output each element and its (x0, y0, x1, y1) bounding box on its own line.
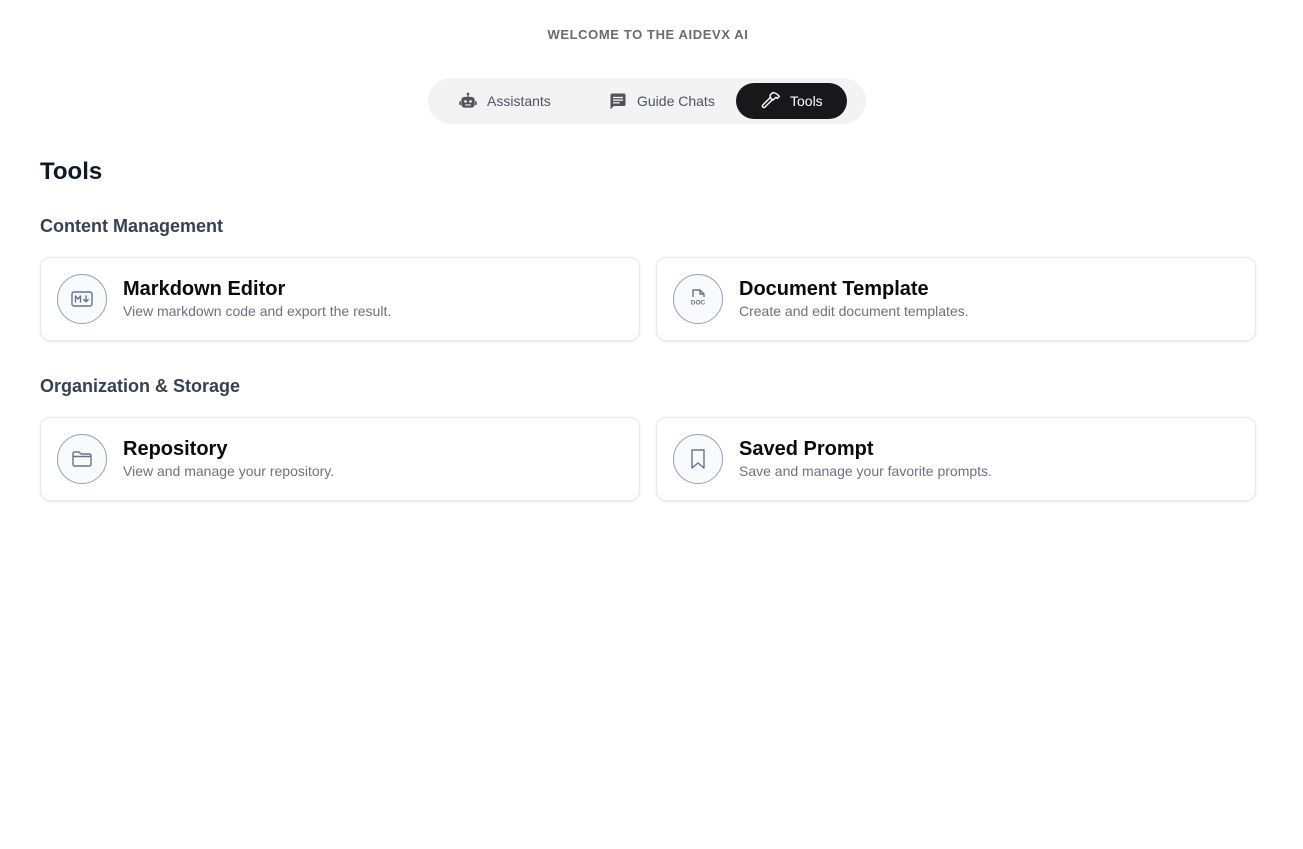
tool-card-saved-prompt[interactable]: Saved Prompt Save and manage your favori… (656, 417, 1256, 501)
tab-label: Assistants (487, 93, 551, 109)
tab-label: Tools (790, 93, 823, 109)
bookmark-icon (673, 434, 723, 484)
doc-file-icon: DOC (673, 274, 723, 324)
tool-name: Repository (123, 437, 228, 460)
tool-name: Document Template (739, 277, 929, 300)
tool-name: Saved Prompt (739, 437, 874, 460)
tab-label: Guide Chats (637, 93, 715, 109)
tab-guide-chats[interactable]: Guide Chats (596, 83, 736, 119)
markdown-icon (57, 274, 107, 324)
welcome-heading: WELCOME TO THE AIDEVX AI (547, 27, 749, 42)
mode-tabs: Assistants Guide Chats Tools (428, 78, 866, 124)
section-title-organization-storage: Organization & Storage (40, 376, 241, 396)
tool-card-markdown-editor[interactable]: Markdown Editor View markdown code and e… (40, 257, 640, 341)
robot-icon (458, 91, 478, 111)
page-title: Tools (40, 158, 103, 185)
hammer-icon (761, 91, 781, 111)
section-title-content-management: Content Management (40, 216, 224, 236)
tool-description: View markdown code and export the result… (123, 302, 392, 319)
svg-text:DOC: DOC (691, 300, 706, 307)
tool-description: Save and manage your favorite prompts. (739, 462, 992, 479)
tab-assistants[interactable]: Assistants (448, 83, 596, 119)
tools-page: WELCOME TO THE AIDEVX AI Assistants Guid… (0, 0, 1303, 849)
tab-tools[interactable]: Tools (736, 83, 847, 119)
folder-icon (57, 434, 107, 484)
tool-name: Markdown Editor (123, 277, 286, 300)
tool-card-repository[interactable]: Repository View and manage your reposito… (40, 417, 640, 501)
tool-description: View and manage your repository. (123, 462, 335, 479)
tool-description: Create and edit document templates. (739, 302, 969, 319)
message-icon (608, 91, 628, 111)
tool-card-document-template[interactable]: DOC Document Template Create and edit do… (656, 257, 1256, 341)
